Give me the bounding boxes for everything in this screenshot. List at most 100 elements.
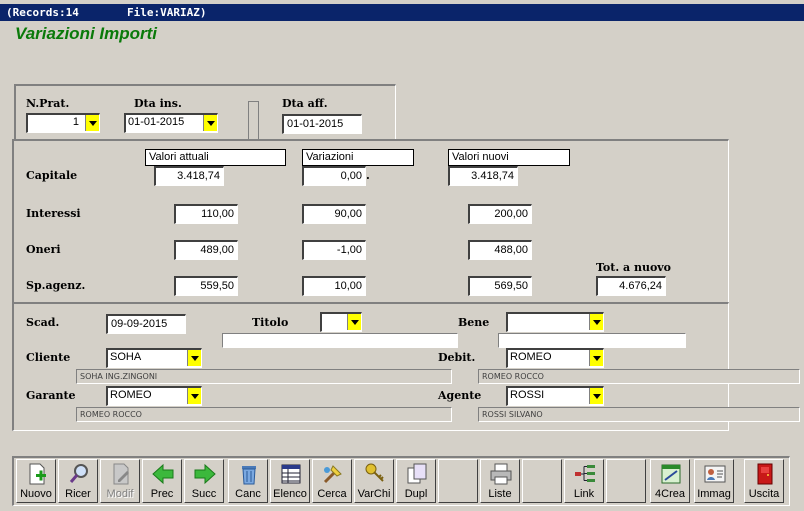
agente-desc: ROSSI SILVANO: [478, 407, 800, 422]
immag-button[interactable]: Immag: [694, 459, 734, 503]
chevron-down-icon[interactable]: [589, 314, 603, 330]
exit-door-icon: [757, 463, 773, 485]
oneri-new[interactable]: 488,00: [468, 240, 532, 260]
garante-combo[interactable]: ROMEO: [106, 386, 202, 406]
records-count: (Records:14: [6, 6, 79, 19]
varchi-button[interactable]: VarChi: [354, 459, 394, 503]
magnifier-icon: [69, 464, 88, 483]
elenco-button[interactable]: Elenco: [270, 459, 310, 503]
create-doc-icon: [661, 464, 681, 484]
trash-icon: [242, 466, 256, 485]
chevron-down-icon[interactable]: [187, 350, 201, 366]
dta-aff-field[interactable]: 01-01-2015: [282, 114, 362, 134]
oneri-change[interactable]: -1,00: [302, 240, 366, 260]
page-title: Variazioni Importi: [15, 24, 158, 43]
id-card-icon: [704, 465, 726, 483]
succ-button[interactable]: Succ: [184, 459, 224, 503]
agente-label: Agente: [438, 389, 482, 402]
splitter-handle[interactable]: [248, 101, 259, 139]
titolo-label: Titolo: [252, 316, 289, 329]
interessi-new[interactable]: 200,00: [468, 204, 532, 224]
bene-label: Bene: [458, 316, 490, 329]
titolo-desc: [222, 333, 458, 348]
key-icon: [365, 463, 384, 482]
chevron-down-icon[interactable]: [589, 350, 603, 366]
link-button[interactable]: Link: [564, 459, 604, 503]
cerca-button[interactable]: Cerca: [312, 459, 352, 503]
canc-button[interactable]: Canc: [228, 459, 268, 503]
garante-desc: ROMEO ROCCO: [76, 407, 452, 422]
row-label-capitale: Capitale: [26, 169, 78, 182]
capitale-new[interactable]: 3.418,74: [448, 166, 518, 186]
titolo-combo[interactable]: [320, 312, 362, 332]
uscita-button[interactable]: Uscita: [744, 459, 784, 503]
debit-label: Debit.: [438, 351, 476, 364]
arrow-right-icon: [194, 463, 216, 485]
empty-button-1[interactable]: [438, 459, 478, 503]
crea-button[interactable]: 4Crea: [650, 459, 690, 503]
dta-aff-label: Dta aff.: [282, 97, 328, 110]
dta-ins-value: 01-01-2015: [128, 116, 185, 128]
row-label-spagenz: Sp.agenz.: [26, 279, 86, 292]
row-label-interessi: Interessi: [26, 207, 81, 220]
spagenz-change[interactable]: 10,00: [302, 276, 366, 296]
decimal-dot: .: [366, 169, 370, 182]
interessi-current[interactable]: 110,00: [174, 204, 238, 224]
cliente-value: SOHA: [110, 351, 142, 363]
empty-button-2[interactable]: [522, 459, 562, 503]
debit-combo[interactable]: ROMEO: [506, 348, 604, 368]
agente-combo[interactable]: ROSSI: [506, 386, 604, 406]
list-grid-icon: [281, 464, 301, 484]
capitale-change[interactable]: 0,00: [302, 166, 366, 186]
agente-value: ROSSI: [510, 389, 545, 401]
oneri-current[interactable]: 489,00: [174, 240, 238, 260]
debit-desc: ROMEO ROCCO: [478, 369, 800, 384]
chevron-down-icon[interactable]: [187, 388, 201, 404]
col-header-changes: Variazioni: [302, 149, 414, 166]
ricer-button[interactable]: Ricer: [58, 459, 98, 503]
duplicate-icon: [407, 463, 427, 484]
modif-button[interactable]: Modif: [100, 459, 140, 503]
col-header-current: Valori attuali: [145, 149, 286, 166]
cliente-combo[interactable]: SOHA: [106, 348, 202, 368]
col-header-new: Valori nuovi: [448, 149, 570, 166]
npra-value: 1: [72, 116, 79, 128]
liste-button[interactable]: Liste: [480, 459, 520, 503]
prec-button[interactable]: Prec: [142, 459, 182, 503]
new-document-icon: [29, 463, 46, 485]
chevron-down-icon[interactable]: [589, 388, 603, 404]
bene-desc: [498, 333, 686, 348]
tot-label: Tot. a nuovo: [596, 261, 672, 274]
arrow-left-icon: [152, 463, 174, 485]
garante-value: ROMEO: [110, 389, 152, 401]
bene-combo[interactable]: [506, 312, 604, 332]
dta-ins-combo[interactable]: 01-01-2015: [124, 113, 218, 133]
nuovo-button[interactable]: Nuovo: [16, 459, 56, 503]
chevron-down-icon[interactable]: [203, 115, 217, 131]
link-tree-icon: [575, 465, 595, 482]
tot-value[interactable]: 4.676,24: [596, 276, 666, 296]
chevron-down-icon[interactable]: [347, 314, 361, 330]
npra-label: N.Prat.: [26, 97, 70, 110]
chevron-down-icon[interactable]: [85, 115, 99, 131]
window-titlebar: (Records:14 File:VARIAZ): [0, 4, 804, 21]
row-label-oneri: Oneri: [26, 243, 61, 256]
npra-combo[interactable]: 1: [26, 113, 100, 133]
cliente-desc: SOHA ING.ZINGONI: [76, 369, 452, 384]
cliente-label: Cliente: [26, 351, 71, 364]
spagenz-new[interactable]: 569,50: [468, 276, 532, 296]
garante-label: Garante: [26, 389, 76, 402]
file-name: File:VARIAZ): [127, 6, 207, 19]
capitale-current[interactable]: 3.418,74: [154, 166, 224, 186]
edit-document-icon: [113, 463, 129, 485]
interessi-change[interactable]: 90,00: [302, 204, 366, 224]
dupl-button[interactable]: Dupl: [396, 459, 436, 503]
printer-icon: [490, 463, 512, 485]
dta-ins-label: Dta ins.: [134, 97, 182, 110]
empty-button-3[interactable]: [606, 459, 646, 503]
scad-field[interactable]: 09-09-2015: [106, 314, 186, 334]
debit-value: ROMEO: [510, 351, 552, 363]
broom-search-icon: [323, 465, 342, 484]
spagenz-current[interactable]: 559,50: [174, 276, 238, 296]
scad-label: Scad.: [26, 316, 60, 329]
